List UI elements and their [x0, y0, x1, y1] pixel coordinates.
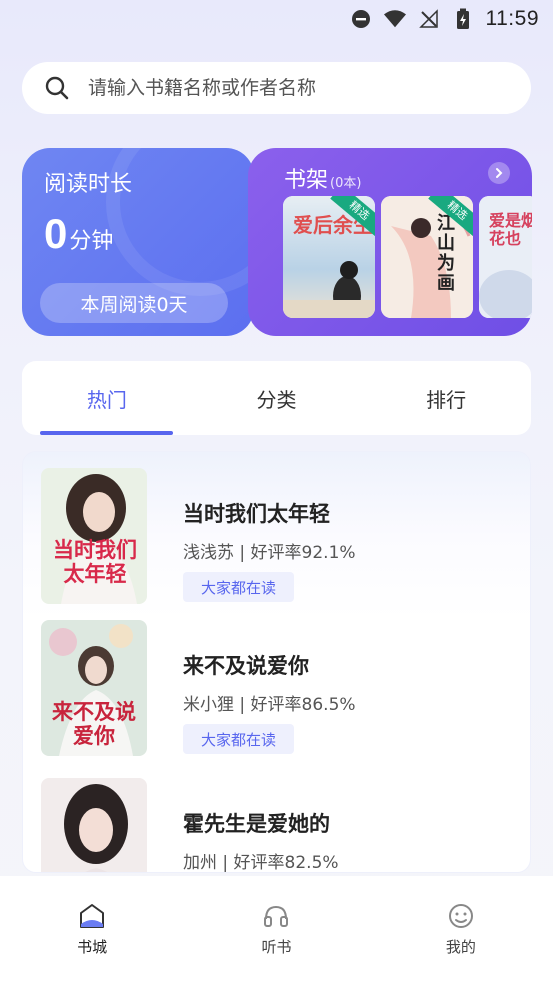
nav-profile-label: 我的 [445, 938, 476, 956]
search-input[interactable] [88, 77, 488, 99]
tab-ranking[interactable]: 排行 [361, 361, 531, 435]
book-title: 来不及说爱你 [183, 654, 309, 678]
book-title: 当时我们太年轻 [183, 502, 330, 526]
bookstore-icon [78, 902, 106, 930]
nav-audiobook[interactable]: 听书 [184, 876, 368, 983]
reading-minutes-value: 0 [44, 210, 68, 257]
headphones-icon [262, 902, 290, 930]
search-bar[interactable] [22, 62, 531, 114]
reading-minutes: 0 分钟 [44, 210, 113, 258]
search-icon [44, 75, 70, 101]
tab-ranking-label: 排行 [426, 387, 467, 412]
reading-minutes-unit: 分钟 [69, 229, 114, 254]
nav-audiobook-label: 听书 [261, 938, 292, 956]
nav-profile[interactable]: 我的 [369, 876, 553, 983]
chevron-right-icon[interactable] [488, 162, 510, 184]
bookshelf-card[interactable]: 书架 (0本) 爱后余生 精选 江山为画 精选 爱是烟花也 [248, 148, 532, 336]
shelf-book[interactable]: 爱是烟花也 [479, 196, 532, 318]
reading-time-title: 阅读时长 [44, 172, 133, 197]
status-time: 11:59 [485, 7, 539, 30]
shelf-book-cover-title: 爱是烟花也 [489, 211, 532, 248]
popular-badge: 大家都在读 [183, 724, 295, 754]
active-tab-indicator [40, 431, 173, 435]
nav-bookstore-label: 书城 [77, 938, 108, 956]
list-item[interactable]: 来不及说爱你 来不及说爱你 米小狸 | 好评率86.5% 大家都在读 [41, 620, 521, 756]
tab-category-label: 分类 [256, 387, 297, 412]
tab-category[interactable]: 分类 [192, 361, 362, 435]
bookshelf-title: 书架 (0本) [284, 162, 361, 194]
book-cover-title: 来不及说爱你 [52, 699, 136, 748]
reading-time-card[interactable]: 阅读时长 0 分钟 本周阅读0天 [22, 148, 254, 336]
list-item[interactable]: 当时我们太年轻 当时我们太年轻 浅浅苏 | 好评率92.1% 大家都在读 [41, 468, 521, 604]
book-cover-title: 当时我们太年轻 [53, 537, 137, 586]
nav-bookstore[interactable]: 书城 [0, 876, 184, 983]
weekly-reading-button[interactable]: 本周阅读0天 [40, 283, 228, 323]
book-list: 当时我们太年轻 当时我们太年轻 浅浅苏 | 好评率92.1% 大家都在读 来不及… [22, 451, 531, 873]
book-cover-image [41, 778, 147, 872]
book-cover: 来不及说爱你 [41, 620, 147, 756]
wifi-icon [383, 8, 406, 30]
tab-hot[interactable]: 热门 [22, 361, 192, 435]
book-meta: 米小狸 | 好评率86.5% [183, 695, 356, 715]
tab-hot-label: 热门 [86, 387, 127, 412]
book-meta: 浅浅苏 | 好评率92.1% [183, 543, 356, 563]
popular-badge: 大家都在读 [183, 572, 295, 602]
book-cover [41, 778, 147, 872]
battery-charging-icon [452, 8, 474, 30]
book-title: 霍先生是爱她的 [183, 812, 330, 836]
no-signal-icon [418, 8, 440, 30]
bottom-navigation: 书城 听书 我的 [0, 876, 553, 983]
profile-icon [447, 902, 475, 930]
status-bar: 11:59 [0, 0, 553, 38]
list-item[interactable]: 霍先生是爱她的 加州 | 好评率82.5% [41, 778, 521, 873]
category-tabs: 热门 分类 排行 [22, 361, 531, 435]
shelf-book[interactable]: 爱后余生 精选 [283, 196, 375, 318]
do-not-disturb-icon [350, 8, 372, 30]
book-meta: 加州 | 好评率82.5% [183, 853, 339, 873]
bookshelf-count: (0本) [330, 176, 362, 191]
shelf-book[interactable]: 江山为画 精选 [381, 196, 473, 318]
shelf-book-cover-title: 江山为画 [437, 213, 455, 294]
book-cover: 当时我们太年轻 [41, 468, 147, 604]
bookshelf-label: 书架 [284, 168, 329, 193]
